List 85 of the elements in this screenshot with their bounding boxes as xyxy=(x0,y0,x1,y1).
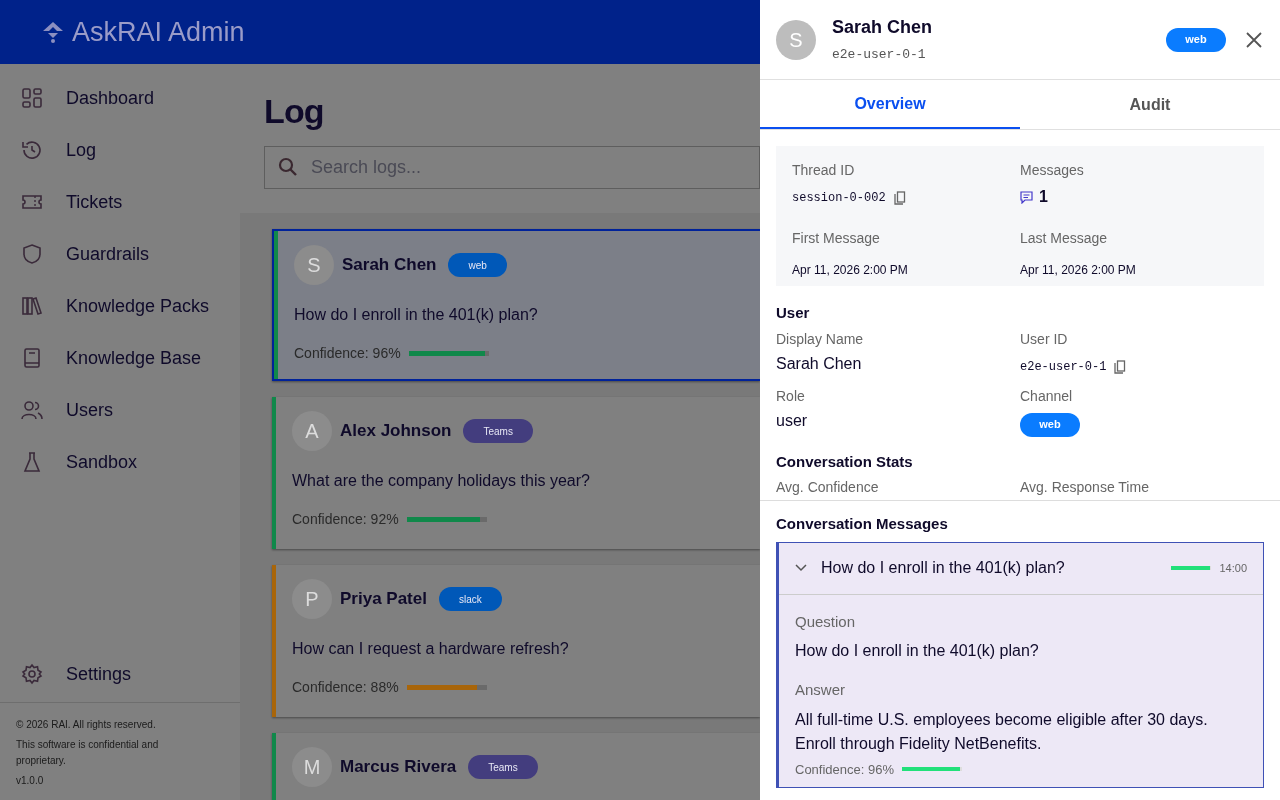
channel-badge: web xyxy=(448,253,507,277)
id-value: session-0-002 xyxy=(792,190,886,207)
confidence-bar xyxy=(1171,566,1212,570)
log-card[interactable]: P Priya Patel slack How can I request a hardware refresh? Confidence: 88% xyxy=(272,565,760,717)
user-name: Priya Patel xyxy=(340,588,427,611)
avatar: P xyxy=(292,579,332,619)
user-name: Alex Johnson xyxy=(340,420,452,443)
tab[interactable]: Overview xyxy=(760,80,1020,129)
avatar: M xyxy=(292,747,332,787)
question-text: What are the company holidays this year? xyxy=(292,471,590,491)
confidence-label: Confidence: 96% xyxy=(294,344,401,363)
field-label: Answer xyxy=(795,680,846,700)
nav-item[interactable]: Sandbox xyxy=(0,436,240,488)
search-icon xyxy=(278,157,298,177)
date-value: Apr 11, 2026 2:00 PM xyxy=(792,262,908,279)
copy-icon[interactable] xyxy=(1114,359,1127,374)
history-icon xyxy=(20,138,44,162)
field-label: Display Name xyxy=(776,329,864,349)
user-name: Sarah Chen xyxy=(832,16,933,40)
section-title: User xyxy=(776,303,811,323)
user-id: e2e-user-0-1 xyxy=(832,46,927,65)
confidence-label: Confidence: 96% xyxy=(795,760,894,779)
message-icon xyxy=(1020,190,1033,204)
channel-badge: slack xyxy=(438,587,502,611)
settings-item[interactable]: Settings xyxy=(0,648,240,700)
close-button[interactable] xyxy=(1244,29,1264,50)
field-label: Question xyxy=(795,611,856,632)
question-text: How do I enroll in the 401(k) plan? xyxy=(294,305,538,325)
field-label: Avg. Response Time xyxy=(1020,478,1149,497)
settings-icon xyxy=(20,662,44,686)
question-text: How do I enroll in the 401(k) plan? xyxy=(795,641,1039,661)
field-label: First Message xyxy=(792,229,880,248)
confidence-label: Confidence: 92% xyxy=(292,510,399,529)
footer-text: This software is confidential and proprietary. xyxy=(16,738,160,768)
section-title: Conversation Messages xyxy=(776,514,949,534)
nav-item[interactable]: Guardrails xyxy=(0,228,240,280)
field-label: Thread ID xyxy=(792,161,855,180)
answer-text: All full-time U.S. employees become eligible after 30 days. Enroll through Fidelity NetBenefits. xyxy=(795,709,1209,754)
footer-text: © 2026 RAI. All rights reserved. xyxy=(16,718,157,732)
log-card[interactable]: M Marcus Rivera Teams xyxy=(272,733,760,800)
chevron-icon[interactable] xyxy=(795,564,807,572)
field-label: Channel xyxy=(1020,386,1073,406)
channel-badge: web xyxy=(1166,27,1226,52)
shield-icon xyxy=(20,242,44,266)
field-label: Last Message xyxy=(1020,229,1108,248)
nav-item[interactable]: Users xyxy=(0,384,240,436)
log-card[interactable]: A Alex Johnson Teams What are the company holidays this year? Confidence: 92% xyxy=(272,397,760,549)
users-icon xyxy=(20,398,44,422)
nav-item[interactable]: Knowledge Packs xyxy=(0,280,240,332)
tab[interactable]: Audit xyxy=(1020,80,1280,129)
message-time: 14:00 xyxy=(1219,560,1247,576)
channel-badge: Teams xyxy=(468,755,538,779)
grid-icon xyxy=(20,86,44,110)
question-text: How can I request a hardware refresh? xyxy=(292,639,569,659)
user-name: Marcus Rivera xyxy=(340,756,457,779)
nav-item[interactable]: Knowledge Base xyxy=(0,332,240,384)
field-label: Role xyxy=(776,386,805,406)
date-value: Apr 11, 2026 2:00 PM xyxy=(1020,262,1136,279)
confidence-bar xyxy=(902,767,962,772)
user-name: Sarah Chen xyxy=(342,254,437,277)
field-value: user xyxy=(776,410,808,431)
field-label: User ID xyxy=(1020,329,1068,349)
nav-item[interactable]: Dashboard xyxy=(0,72,240,124)
page-title: Log xyxy=(264,91,324,132)
section-title: Conversation Stats xyxy=(776,451,914,472)
footer-text: v1.0.0 xyxy=(16,774,45,788)
logo-icon xyxy=(42,21,64,43)
app-title: AskRAI Admin xyxy=(72,15,245,49)
nav-item[interactable]: Tickets xyxy=(0,176,240,228)
copy-icon[interactable] xyxy=(893,191,906,205)
confidence-label: Confidence: 88% xyxy=(292,678,399,697)
nav-item[interactable]: Log xyxy=(0,124,240,176)
books-icon xyxy=(20,294,44,318)
avatar: A xyxy=(292,411,332,451)
id-value: e2e-user-0-1 xyxy=(1020,358,1107,376)
message-title: How do I enroll in the 401(k) plan? xyxy=(821,558,1066,578)
channel-badge: Teams xyxy=(463,419,533,443)
field-label: Avg. Confidence xyxy=(776,478,879,497)
avatar: S xyxy=(776,19,816,60)
message-count: 1 xyxy=(1039,187,1048,207)
channel-badge: web xyxy=(1020,412,1080,437)
avatar: S xyxy=(294,245,334,285)
field-value: Sarah Chen xyxy=(776,353,862,374)
log-card[interactable]: S Sarah Chen web How do I enroll in the 401(k) plan? Confidence: 96% xyxy=(272,229,760,381)
field-label: Messages xyxy=(1020,161,1084,180)
